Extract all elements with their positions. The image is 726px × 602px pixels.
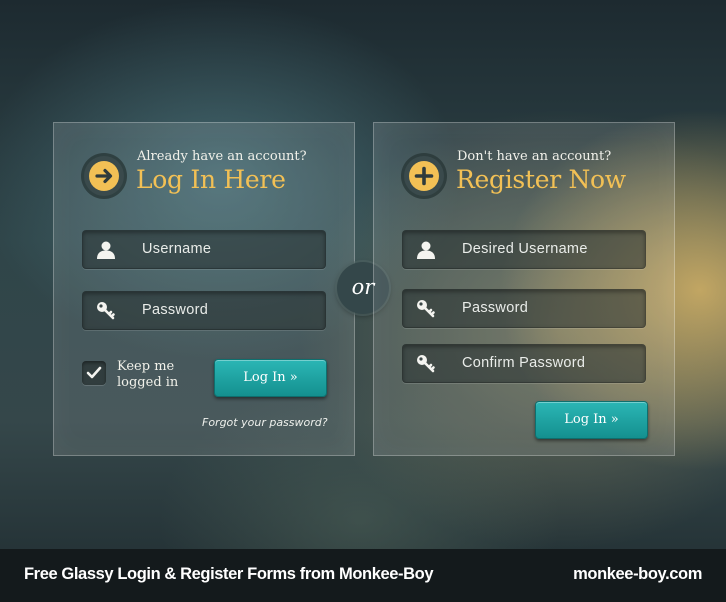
- footer-bar: Free Glassy Login & Register Forms from …: [0, 549, 726, 602]
- check-icon: [86, 366, 102, 379]
- login-password-placeholder: Password: [142, 302, 209, 318]
- register-panel: Don't have an account? Register Now Desi…: [373, 122, 675, 456]
- register-confirm-password-input[interactable]: Confirm Password: [402, 344, 646, 383]
- register-username-placeholder: Desired Username: [462, 241, 588, 257]
- register-username-input[interactable]: Desired Username: [402, 230, 646, 269]
- keep-logged-in-checkbox[interactable]: [82, 361, 106, 385]
- register-password-placeholder: Password: [462, 300, 529, 316]
- login-submit-button[interactable]: Log In »: [214, 359, 327, 397]
- keep-logged-in-label: Keep me logged in: [117, 359, 179, 390]
- login-panel: Already have an account? Log In Here Use…: [53, 122, 355, 456]
- register-confirm-placeholder: Confirm Password: [462, 355, 586, 371]
- footer-site-link[interactable]: monkee-boy.com: [573, 565, 702, 584]
- register-subtitle: Don't have an account?: [457, 149, 612, 164]
- login-title: Log In Here: [136, 165, 286, 194]
- user-icon: [416, 240, 436, 260]
- key-icon: [416, 354, 436, 374]
- register-password-input[interactable]: Password: [402, 289, 646, 328]
- register-submit-button[interactable]: Log In »: [535, 401, 648, 439]
- key-icon: [416, 299, 436, 319]
- arrow-right-circle-icon: [84, 156, 124, 196]
- key-icon: [96, 301, 116, 321]
- footer-caption: Free Glassy Login & Register Forms from …: [24, 565, 434, 583]
- login-username-placeholder: Username: [142, 241, 212, 257]
- register-title: Register Now: [456, 165, 626, 194]
- user-icon: [96, 240, 116, 260]
- login-password-input[interactable]: Password: [82, 291, 326, 330]
- plus-circle-icon: [404, 156, 444, 196]
- login-username-input[interactable]: Username: [82, 230, 326, 269]
- login-subtitle: Already have an account?: [137, 149, 307, 164]
- forgot-password-link[interactable]: Forgot your password?: [202, 416, 328, 429]
